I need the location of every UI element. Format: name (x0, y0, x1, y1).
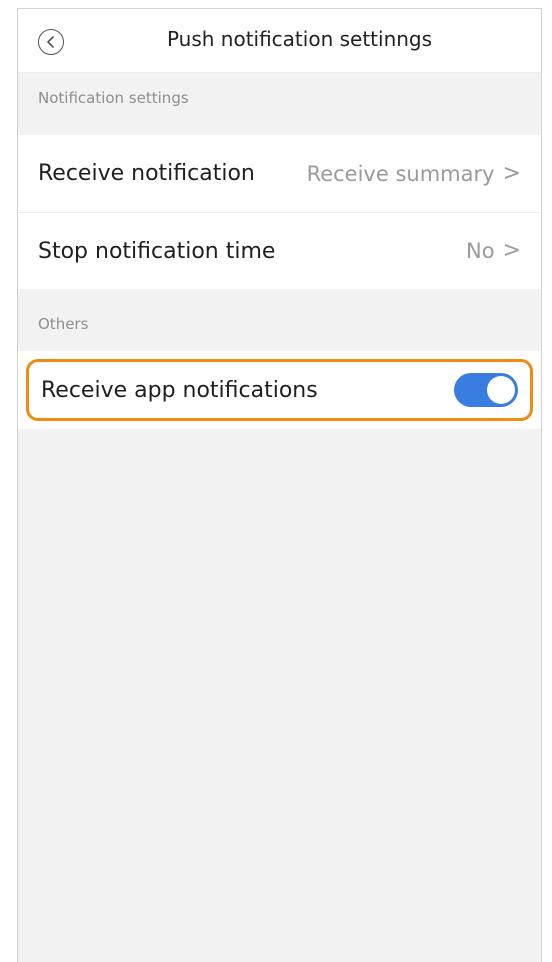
receive-notification-row[interactable]: Receive notification Receive summary > (18, 135, 541, 212)
receive-app-notifications-toggle[interactable] (454, 373, 518, 407)
receive-app-notifications-row: Receive app notifications (26, 359, 533, 421)
receive-app-notifications-label: Receive app notifications (41, 377, 318, 403)
stop-notification-time-row[interactable]: Stop notification time No > (18, 212, 541, 289)
others-list: Receive app notifications (18, 351, 541, 429)
receive-notification-value: Receive summary (306, 161, 495, 186)
stop-notification-time-label: Stop notification time (38, 238, 276, 264)
toggle-knob (487, 376, 515, 404)
chevron-right-icon: > (502, 160, 521, 186)
chevron-right-icon: > (502, 238, 521, 263)
stop-notification-time-value: No (466, 239, 495, 263)
receive-notification-label: Receive notification (38, 161, 255, 186)
section-label-others: Others (38, 315, 89, 333)
list-bottom-padding (18, 421, 541, 429)
section-label-notification-settings: Notification settings (38, 89, 189, 107)
header-bar: Push notification settinngs (18, 9, 541, 73)
phone-screen: Push notification settinngs Notification… (17, 8, 542, 962)
page-title: Push notification settinngs (166, 27, 433, 51)
